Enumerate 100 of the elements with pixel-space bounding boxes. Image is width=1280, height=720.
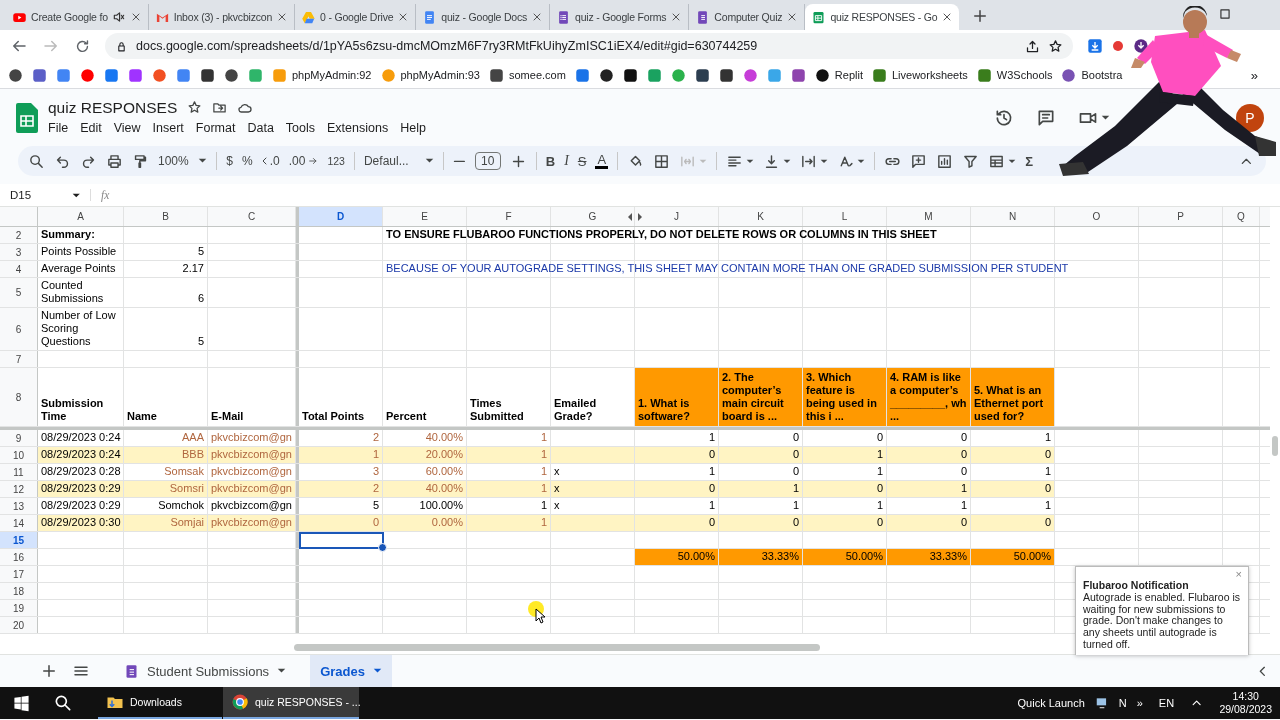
more-bookmarks[interactable]: » bbox=[1250, 67, 1258, 83]
language-indicator[interactable]: EN bbox=[1158, 697, 1175, 709]
table-cell-text: pkvcbizcom@gn bbox=[210, 430, 293, 445]
row-number[interactable]: 7 bbox=[0, 351, 38, 367]
bookmark-link[interactable]: phpMyAdmin:92 bbox=[272, 67, 372, 83]
row-number[interactable]: 4 bbox=[0, 261, 38, 277]
bold-button[interactable]: B bbox=[545, 153, 556, 169]
row-number[interactable]: 17 bbox=[0, 566, 38, 582]
bookmark-link[interactable]: Bootstra bbox=[1061, 67, 1123, 83]
row-number[interactable]: 20 bbox=[0, 617, 38, 633]
notification-text: Autograde is enabled. Flubaroo is waiting for new submissions to grade. Don't make changes to any sheets until autograde is turned off. bbox=[1083, 591, 1242, 651]
column-letter[interactable]: B bbox=[124, 207, 207, 226]
row-number[interactable]: 18 bbox=[0, 583, 38, 599]
column-letter[interactable]: A bbox=[38, 207, 123, 226]
column-letter[interactable]: M bbox=[887, 207, 970, 226]
column-letter[interactable]: E bbox=[383, 207, 466, 226]
row-number[interactable]: 6 bbox=[0, 308, 38, 350]
menu-item[interactable]: View bbox=[107, 118, 147, 137]
account-avatar[interactable]: P bbox=[1236, 103, 1264, 132]
column-letter[interactable]: J bbox=[635, 207, 718, 226]
browser-tab[interactable]: quiz RESPONSES - Go bbox=[805, 4, 960, 30]
row-number[interactable]: 10 bbox=[0, 447, 38, 463]
table-cell-text: x bbox=[553, 498, 561, 513]
tray-overflow[interactable]: » bbox=[1136, 697, 1143, 709]
table-cell-text: 0 bbox=[1043, 447, 1052, 462]
document-title[interactable]: quiz RESPONSES bbox=[48, 98, 178, 117]
quick-launch-toolbar[interactable]: Quick Launch bbox=[1017, 697, 1085, 709]
table-cell-text: pkvcbizcom@gn bbox=[210, 498, 293, 513]
functions-button[interactable]: Σ bbox=[1025, 153, 1033, 169]
row-number[interactable]: 11 bbox=[0, 464, 38, 480]
browser-tab[interactable]: quiz - Google Docs bbox=[416, 4, 551, 30]
row-number[interactable]: 2 bbox=[0, 227, 38, 243]
name-box[interactable]: D15 bbox=[10, 189, 80, 201]
address-bar[interactable]: docs.google.com/spreadsheets/d/1pYA5s6zsu-dmcMOmzM6F7ry3RMtFkUihyZmISC1iEX4/edit#gid=630744259 bbox=[105, 33, 1073, 59]
table-cell-text: Somsak bbox=[163, 464, 205, 479]
table-cell: 33.33% bbox=[887, 549, 970, 565]
row-number[interactable]: 13 bbox=[0, 498, 38, 514]
table-cell-text: 0 bbox=[875, 481, 884, 496]
browser-tab[interactable]: 0 - Google Drive bbox=[295, 4, 417, 30]
menu-item[interactable]: Tools bbox=[279, 118, 322, 137]
row-number[interactable]: 8 bbox=[0, 368, 38, 426]
row-number[interactable]: 14 bbox=[0, 515, 38, 531]
row-number[interactable]: 12 bbox=[0, 481, 38, 497]
table-cell-text: 1 bbox=[791, 498, 800, 513]
tray-label[interactable]: N bbox=[1118, 697, 1127, 709]
table-cell-text: 1 bbox=[539, 498, 548, 513]
browser-tab[interactable]: quiz - Google Forms bbox=[550, 4, 690, 30]
clock[interactable]: 14:30 29/08/2023 bbox=[1219, 690, 1272, 716]
row-number[interactable]: 3 bbox=[0, 244, 38, 260]
bookmark-link[interactable]: Replit bbox=[814, 67, 863, 83]
menu-item[interactable]: File bbox=[48, 118, 75, 137]
browser-tab[interactable]: Create Google fo bbox=[6, 4, 149, 30]
bookmark-link[interactable]: phpMyAdmin:93 bbox=[380, 67, 480, 83]
table-cell-text: 1 bbox=[539, 447, 548, 462]
menu-item[interactable]: Insert bbox=[146, 118, 190, 137]
table-header-cell-text: E-Mail bbox=[210, 409, 245, 424]
row-number[interactable]: 9 bbox=[0, 430, 38, 446]
menu-item[interactable]: Help bbox=[394, 118, 432, 137]
zoom-select[interactable]: 100% bbox=[158, 154, 208, 168]
sheet-tab[interactable]: Student Submissions bbox=[114, 655, 297, 687]
column-letter[interactable]: C bbox=[208, 207, 295, 226]
table-cell-text: 5 bbox=[371, 498, 380, 513]
table-cell-text: 0 bbox=[959, 447, 968, 462]
bookmark-link[interactable]: W3Schools bbox=[976, 67, 1053, 83]
column-letter[interactable]: K bbox=[719, 207, 802, 226]
row-number[interactable]: 5 bbox=[0, 278, 38, 307]
column-letter[interactable]: P bbox=[1139, 207, 1222, 226]
percent-button[interactable]: % bbox=[242, 154, 253, 168]
currency-button[interactable]: $ bbox=[226, 154, 234, 168]
menu-item[interactable]: Data bbox=[241, 118, 280, 137]
decrease-decimal-button[interactable]: .0 bbox=[261, 154, 280, 168]
column-letter[interactable]: L bbox=[803, 207, 886, 226]
table-cell-text: Summary: bbox=[40, 227, 96, 242]
column-letter[interactable]: G bbox=[551, 207, 634, 226]
menu-item[interactable]: Extensions bbox=[321, 118, 395, 137]
close-button[interactable]: × bbox=[1235, 569, 1242, 581]
font-select[interactable]: Defaul... bbox=[363, 154, 434, 168]
strikethrough-button[interactable]: S bbox=[577, 153, 587, 169]
bookmark-link[interactable]: somee.com bbox=[489, 67, 566, 83]
font-size-field[interactable]: 10 bbox=[474, 152, 501, 170]
text-color-button[interactable]: A bbox=[595, 153, 609, 169]
column-letter[interactable]: D bbox=[299, 207, 382, 226]
bookmark-link[interactable]: Liveworksheets bbox=[872, 67, 968, 83]
number-format-button[interactable]: 123 bbox=[327, 155, 345, 167]
column-letter[interactable]: F bbox=[467, 207, 550, 226]
table-cell-text: Somjai bbox=[169, 515, 205, 530]
column-letter[interactable]: O bbox=[1055, 207, 1138, 226]
browser-tab[interactable]: Inbox (3) - pkvcbizcon bbox=[148, 4, 296, 30]
row-number[interactable]: 15 bbox=[0, 532, 38, 548]
column-letter[interactable]: N bbox=[971, 207, 1054, 226]
menu-item[interactable]: Edit bbox=[74, 118, 108, 137]
increase-decimal-button[interactable]: .00 bbox=[288, 154, 319, 168]
menu-item[interactable]: Format bbox=[189, 118, 242, 137]
taskbar-item[interactable]: quiz RESPONSES - ... bbox=[223, 687, 359, 719]
column-letter[interactable]: Q bbox=[1223, 207, 1259, 226]
row-number[interactable]: 16 bbox=[0, 549, 38, 565]
row-number[interactable]: 19 bbox=[0, 600, 38, 616]
italic-button[interactable]: I bbox=[564, 153, 569, 169]
taskbar-item[interactable]: Downloads bbox=[98, 687, 222, 719]
sheet-tab[interactable]: Grades bbox=[310, 655, 392, 687]
